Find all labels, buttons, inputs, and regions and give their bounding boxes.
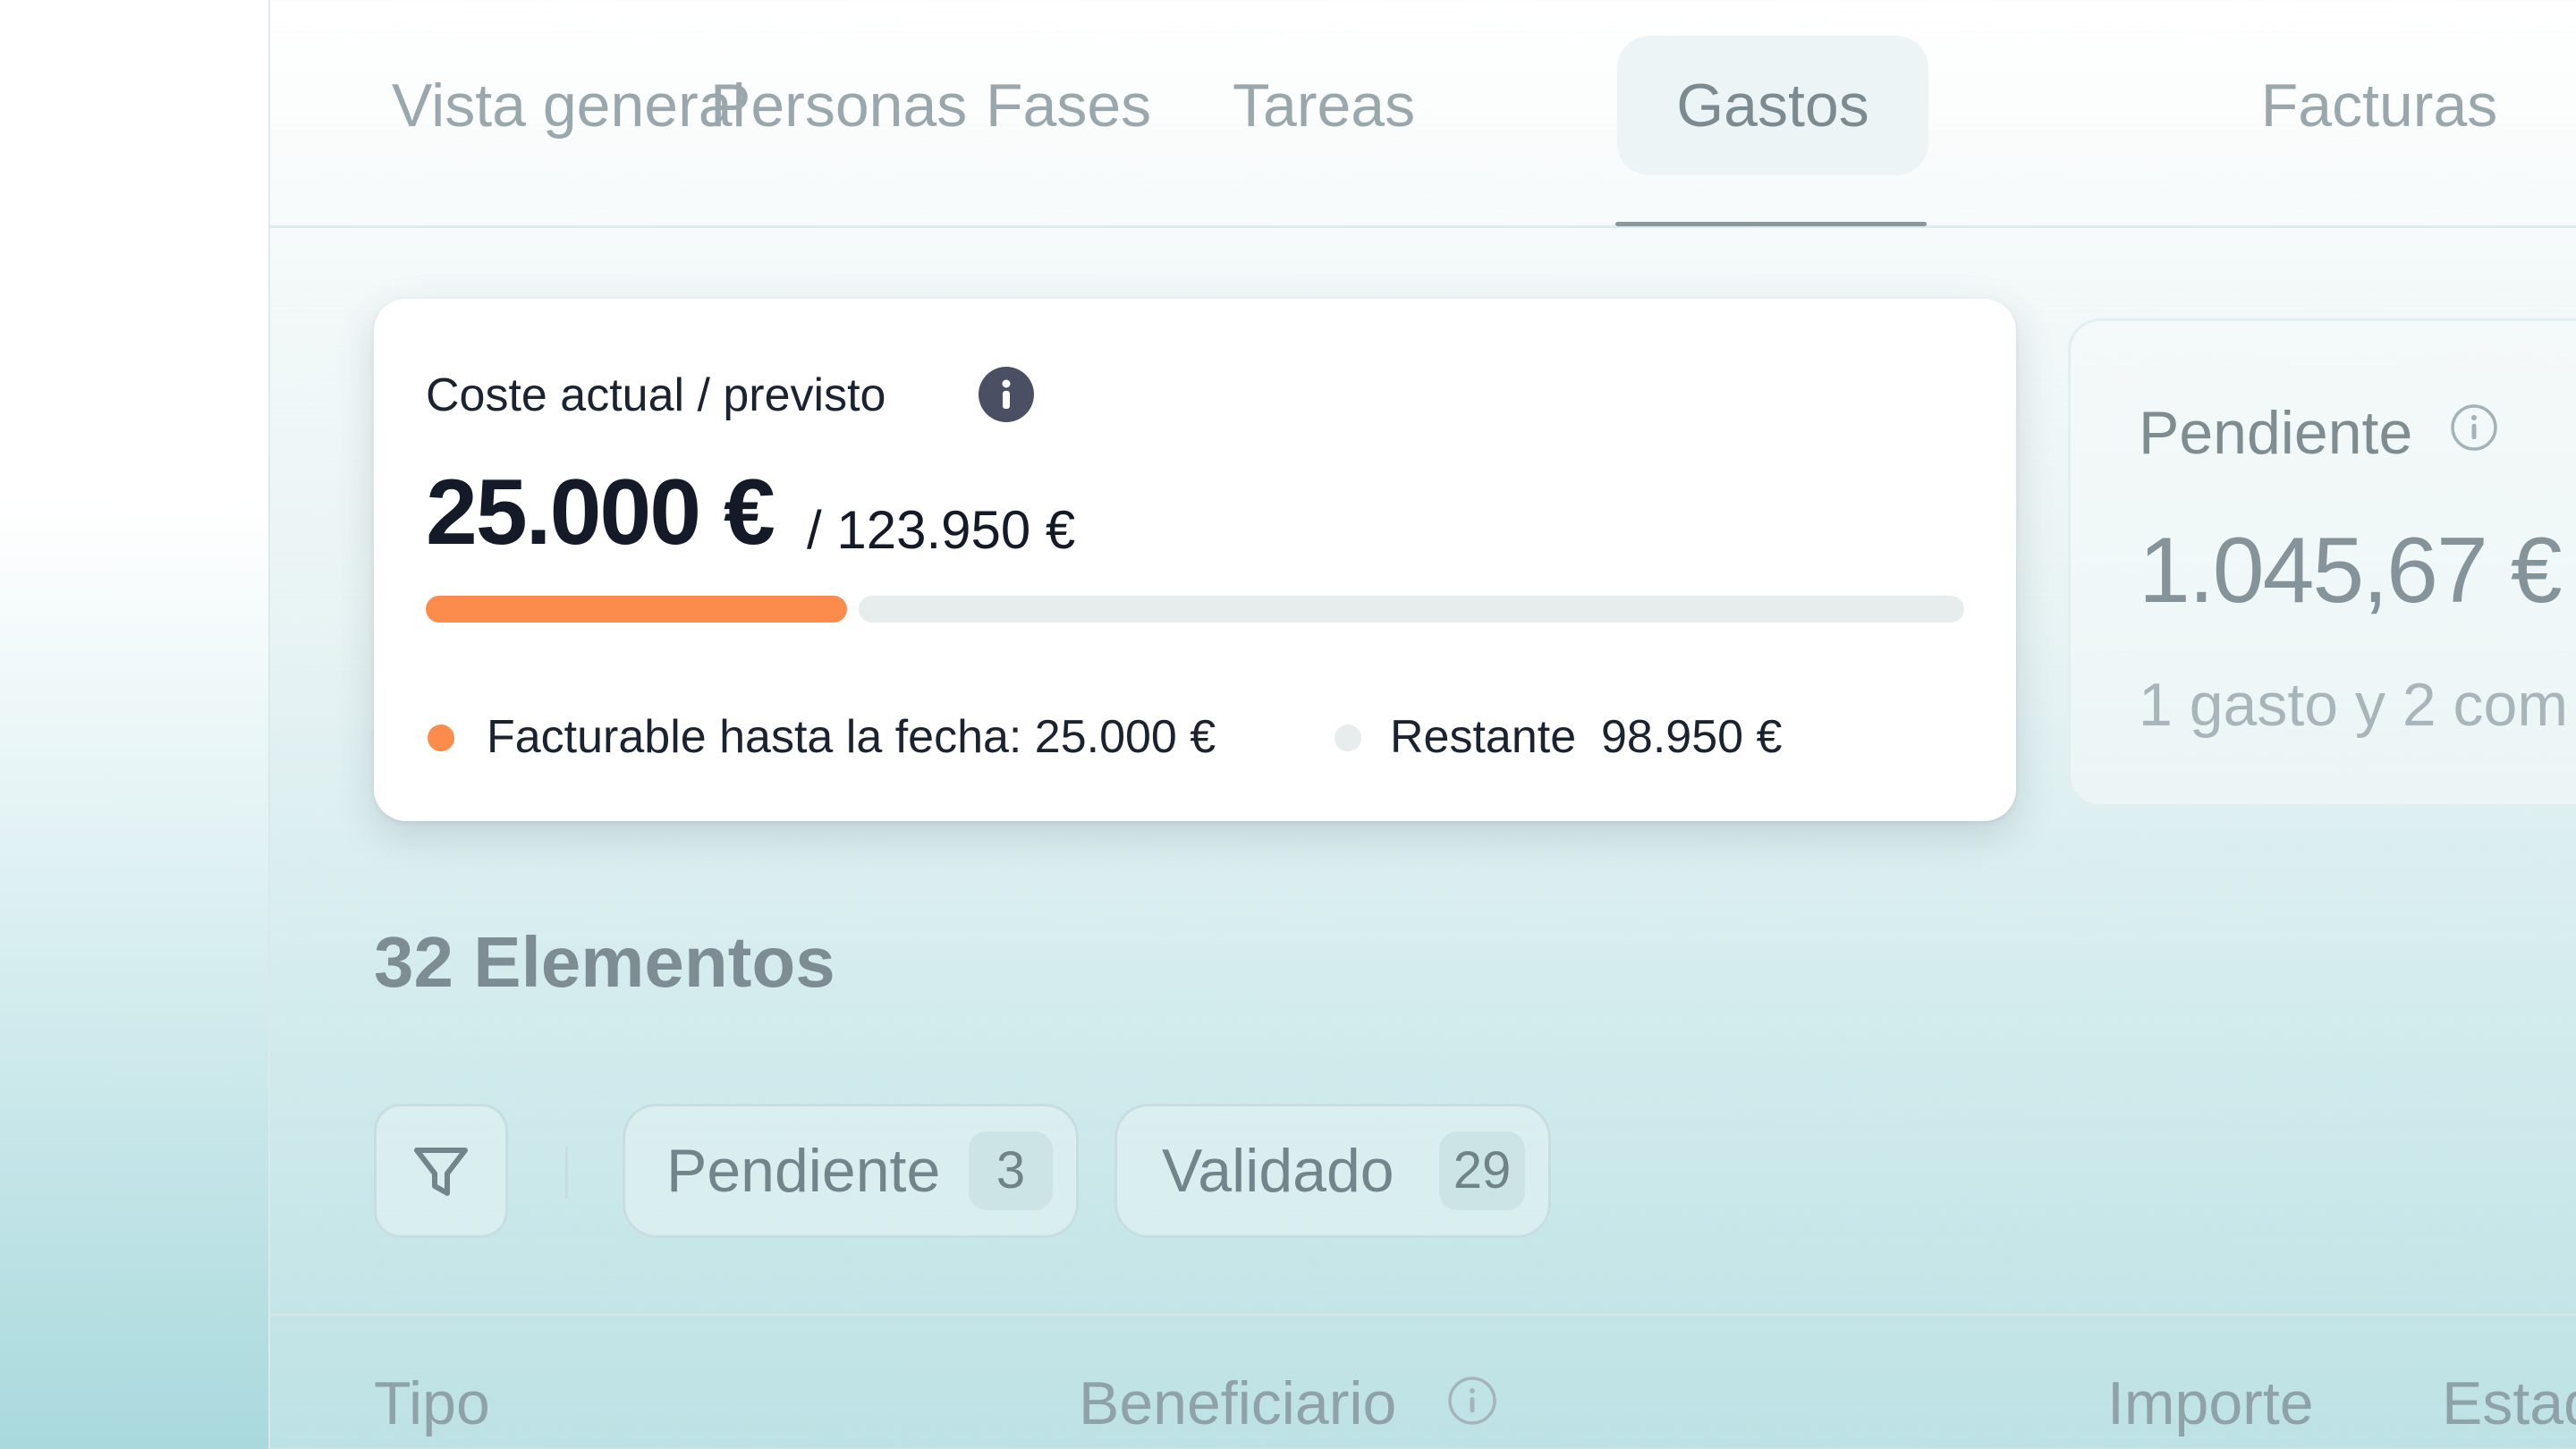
tab-invoices[interactable]: Facturas	[2245, 36, 2513, 175]
tab-phases[interactable]: Fases	[986, 36, 1151, 175]
pending-subtitle: 1 gasto y 2 com	[2139, 671, 2569, 739]
chip-validated[interactable]: Validado 29	[1114, 1104, 1551, 1238]
chip-pending-count: 3	[969, 1131, 1053, 1210]
table-top-border	[268, 1313, 2576, 1316]
billable-dot	[428, 724, 454, 751]
column-header-beneficiary[interactable]: Beneficiario	[1079, 1368, 1396, 1438]
info-outline-icon[interactable]	[2450, 403, 2498, 452]
pending-card[interactable]: Pendiente 1.045,67 € 1 gasto y 2 com	[2068, 318, 2576, 807]
billable-legend: Facturable hasta la fecha: 25.000 €	[487, 711, 1216, 763]
column-header-type[interactable]: Tipo	[374, 1368, 490, 1438]
pending-amount: 1.045,67 €	[2139, 519, 2563, 623]
remaining-dot	[1335, 724, 1361, 751]
items-count-heading: 32 Elementos	[374, 922, 835, 1002]
tab-expenses[interactable]: Gastos	[1617, 36, 1928, 175]
cost-progress-fill	[426, 596, 847, 623]
chip-pending-label: Pendiente	[666, 1137, 941, 1205]
planned-cost: / 123.950 €	[807, 500, 1076, 560]
info-icon[interactable]	[979, 367, 1034, 422]
remaining-legend-label: Restante	[1390, 711, 1577, 763]
filter-divider	[565, 1147, 568, 1199]
left-background	[0, 0, 268, 1449]
tab-overview[interactable]: Vista general	[392, 36, 746, 175]
pending-card-title: Pendiente	[2139, 399, 2413, 467]
column-header-status-clip: Estado	[2442, 1368, 2576, 1449]
beneficiary-info-icon[interactable]	[1447, 1376, 1497, 1426]
filter-button[interactable]	[374, 1104, 508, 1238]
active-tab-indicator	[1615, 222, 1927, 226]
chip-pending[interactable]: Pendiente 3	[623, 1104, 1079, 1238]
column-header-amount[interactable]: Importe	[2107, 1368, 2314, 1438]
filter-icon	[414, 1148, 468, 1196]
chip-validated-label: Validado	[1162, 1137, 1394, 1205]
tab-people[interactable]: Personas	[710, 36, 967, 175]
tab-bar: Vista general Personas Fases Tareas Gast…	[270, 0, 2576, 228]
remaining-legend-value: 98.950 €	[1601, 711, 1783, 763]
current-cost: 25.000 €	[426, 461, 775, 564]
cost-card-title: Coste actual / previsto	[426, 369, 886, 421]
tab-tasks[interactable]: Tareas	[1233, 36, 1415, 175]
chip-validated-count: 29	[1439, 1131, 1525, 1210]
cost-progress-track	[859, 596, 1964, 623]
cost-summary-card: Coste actual / previsto 25.000 € / 123.9…	[374, 299, 2016, 821]
column-header-status[interactable]: Estado	[2442, 1368, 2576, 1438]
